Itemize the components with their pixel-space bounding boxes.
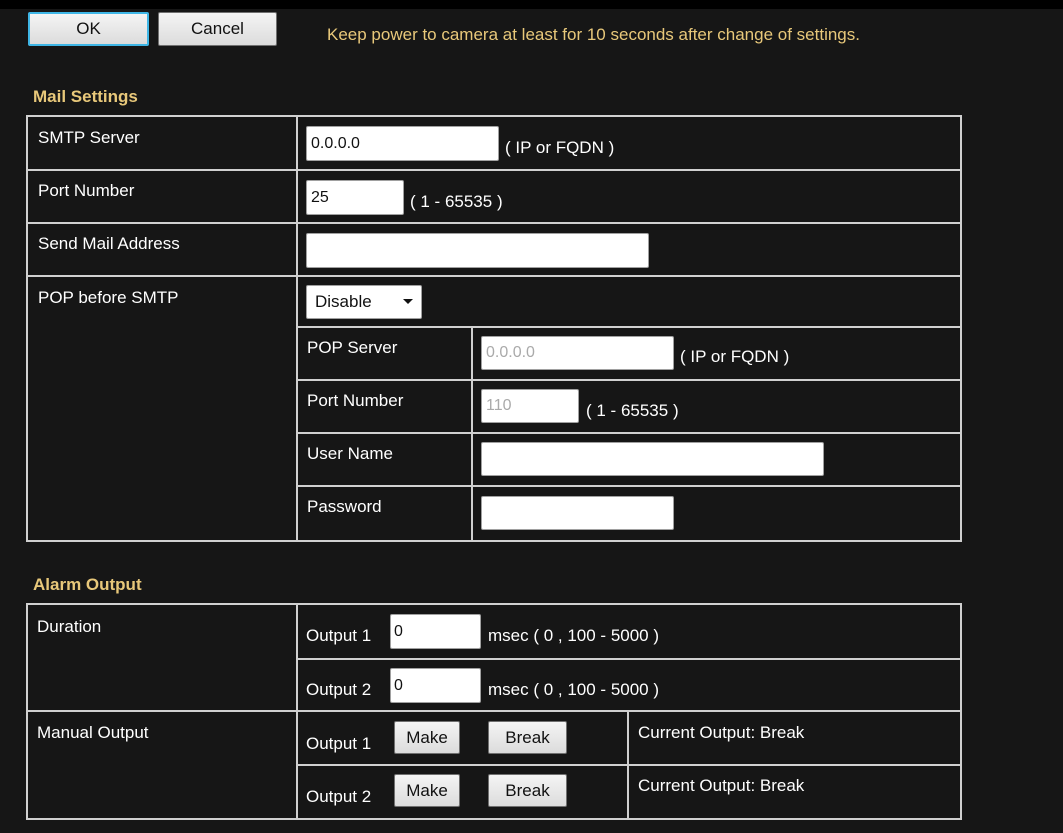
duration-output2-hint: msec ( 0 , 100 - 5000 ) [488, 680, 660, 699]
pop-before-smtp-selected: Disable [315, 292, 372, 311]
break-output2-button[interactable]: Break [488, 774, 567, 807]
manual-output-label: Manual Output [37, 723, 149, 742]
password-label: Password [307, 497, 382, 516]
smtp-server-input[interactable] [306, 126, 499, 161]
user-name-input[interactable] [481, 442, 824, 476]
alarm-output-title: Alarm Output [33, 575, 142, 594]
pop-port-input[interactable] [481, 389, 579, 423]
mail-settings-title: Mail Settings [33, 87, 138, 106]
port-number-hint: ( 1 - 65535 ) [410, 192, 503, 211]
duration-output1-input[interactable] [390, 614, 481, 649]
smtp-server-label: SMTP Server [38, 128, 140, 147]
user-name-label: User Name [307, 444, 393, 463]
pop-server-input[interactable] [481, 336, 674, 370]
pop-label-cell [26, 275, 298, 542]
pop-server-hint: ( IP or FQDN ) [680, 347, 790, 366]
ok-button[interactable]: OK [28, 12, 149, 46]
duration-output2-label: Output 2 [306, 680, 372, 699]
duration-output1-label: Output 1 [306, 626, 372, 645]
pop-server-label: POP Server [307, 338, 398, 357]
pop-before-smtp-select[interactable]: Disable [306, 285, 422, 319]
chevron-down-icon [403, 299, 413, 304]
manual-output1-label: Output 1 [306, 734, 372, 753]
current-output1-status: Current Output: Break [638, 723, 805, 742]
duration-output1-hint: msec ( 0 , 100 - 5000 ) [488, 626, 660, 645]
manual-output2-label: Output 2 [306, 787, 372, 806]
top-strip [0, 0, 1063, 9]
password-input[interactable] [481, 496, 674, 530]
make-output2-button[interactable]: Make [394, 774, 460, 807]
pop-port-hint: ( 1 - 65535 ) [586, 401, 679, 420]
cancel-button[interactable]: Cancel [158, 12, 277, 46]
duration-output2-input[interactable] [390, 668, 481, 703]
port-number-input[interactable] [306, 180, 404, 215]
pop-before-smtp-label: POP before SMTP [38, 288, 179, 307]
break-output1-button[interactable]: Break [488, 721, 567, 754]
send-mail-address-label: Send Mail Address [38, 234, 180, 253]
duration-label: Duration [37, 617, 102, 636]
smtp-server-hint: ( IP or FQDN ) [505, 138, 615, 157]
current-output2-status: Current Output: Break [638, 776, 805, 795]
make-output1-button[interactable]: Make [394, 721, 460, 754]
pop-port-label: Port Number [307, 391, 404, 410]
send-mail-address-input[interactable] [306, 233, 649, 268]
power-notice: Keep power to camera at least for 10 sec… [327, 25, 860, 44]
port-number-label: Port Number [38, 181, 135, 200]
